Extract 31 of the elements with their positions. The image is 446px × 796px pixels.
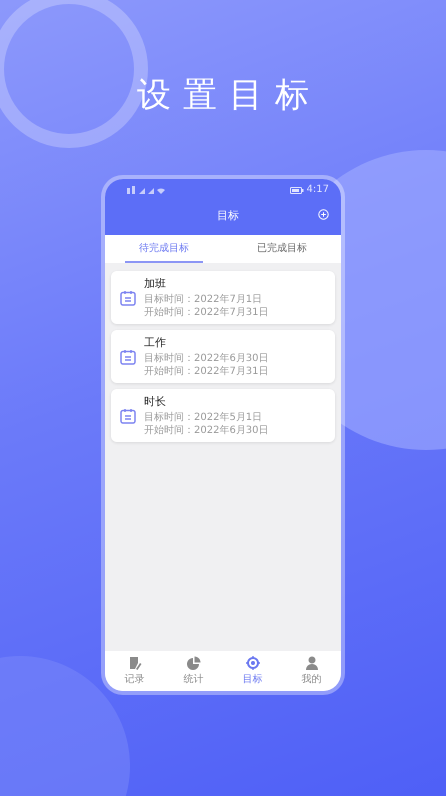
nav-item[interactable]: 我的 [282, 651, 341, 691]
add-icon[interactable] [318, 209, 329, 220]
nav-item[interactable]: 统计 [164, 651, 223, 691]
target-icon [246, 656, 260, 670]
calendar-icon [119, 348, 137, 366]
nav-item[interactable]: 记录 [105, 651, 164, 691]
goal-card[interactable]: 工作 目标时间：2022年6月30日 开始时间：2022年7月31日 [111, 330, 335, 383]
start-date: 开始时间：2022年7月31日 [144, 307, 269, 319]
headline: 设置目标 [136, 74, 321, 117]
goal-card[interactable]: 时长 目标时间：2022年5月1日 开始时间：2022年6月30日 [111, 389, 335, 442]
target-date: 目标时间：2022年5月1日 [144, 412, 264, 424]
calendar-icon [119, 406, 137, 424]
document-icon [128, 656, 142, 670]
signal-icon [127, 186, 167, 194]
tab[interactable]: 待完成目标 [125, 235, 203, 263]
tab[interactable]: 已完成目标 [243, 235, 321, 263]
start-date: 开始时间：2022年6月30日 [144, 425, 269, 437]
pie-chart-icon [186, 656, 200, 670]
target-date: 目标时间：2022年7月1日 [144, 294, 264, 306]
goal-name: 工作 [144, 335, 167, 350]
user-icon [304, 656, 318, 670]
screen-title: 目标 [217, 208, 239, 222]
goal-name: 时长 [144, 394, 167, 409]
goal-card[interactable]: 加班 目标时间：2022年7月1日 开始时间：2022年7月31日 [111, 271, 335, 324]
start-date: 开始时间：2022年7月31日 [144, 366, 269, 378]
target-date: 目标时间：2022年6月30日 [144, 353, 269, 365]
calendar-icon [119, 288, 137, 306]
battery-icon [290, 186, 304, 194]
goal-name: 加班 [144, 276, 167, 291]
status-time: 4:17 [306, 185, 329, 195]
nav-item[interactable]: 目标 [223, 651, 282, 691]
